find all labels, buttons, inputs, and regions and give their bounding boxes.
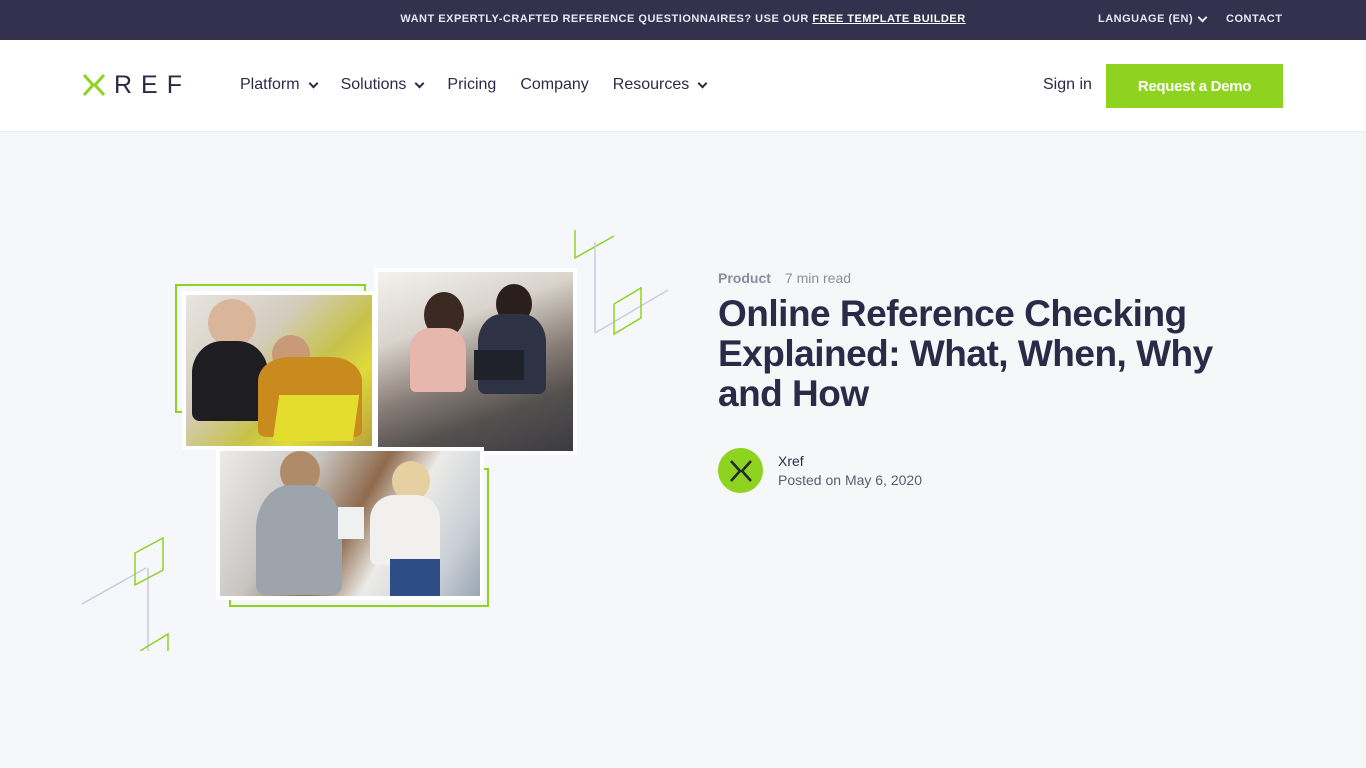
chevron-down-icon xyxy=(697,78,708,88)
hero-illustration xyxy=(82,228,668,651)
contact-link[interactable]: CONTACT xyxy=(1226,13,1282,25)
meeting-laughing-photo xyxy=(216,447,484,600)
chevron-down-icon xyxy=(308,78,319,88)
posted-date: Posted on May 6, 2020 xyxy=(778,472,922,488)
nav-platform-label: Platform xyxy=(240,76,300,93)
site-header: REF Platform Solutions Pricing Company R… xyxy=(0,40,1366,132)
article-header: Product 7 min read Online Reference Chec… xyxy=(718,270,1238,414)
template-builder-link[interactable]: FREE TEMPLATE BUILDER xyxy=(812,13,965,25)
nav-pricing-label: Pricing xyxy=(447,76,497,93)
xref-x-logo-icon xyxy=(82,74,106,96)
logo[interactable]: REF xyxy=(82,71,191,99)
article-category[interactable]: Product xyxy=(718,270,771,286)
author-name: Xref xyxy=(778,453,804,469)
nav-solutions[interactable]: Solutions xyxy=(340,76,425,94)
announcement-bar: WANT EXPERTLY-CRAFTED REFERENCE QUESTION… xyxy=(0,0,1366,40)
nav-company[interactable]: Company xyxy=(520,76,588,94)
read-time: 7 min read xyxy=(784,270,852,286)
sign-in-link[interactable]: Sign in xyxy=(1043,76,1092,94)
language-label: LANGUAGE (EN) xyxy=(1098,13,1194,25)
colleagues-laptop-photo xyxy=(374,268,577,455)
author-block: Xref Posted on May 6, 2020 xyxy=(718,448,922,493)
avatar xyxy=(718,448,763,493)
article-meta: Product 7 min read xyxy=(718,270,1238,286)
chevron-down-icon xyxy=(1197,12,1208,22)
nav-solutions-label: Solutions xyxy=(340,76,407,93)
nav-resources[interactable]: Resources xyxy=(612,76,708,94)
request-demo-button[interactable]: Request a Demo xyxy=(1106,64,1283,108)
author-info: Xref Posted on May 6, 2020 xyxy=(778,453,922,488)
nav-company-label: Company xyxy=(520,76,589,93)
nav-pricing[interactable]: Pricing xyxy=(447,76,496,94)
chevron-down-icon xyxy=(414,78,425,88)
team-laughing-photo xyxy=(182,291,376,450)
announcement-text: WANT EXPERTLY-CRAFTED REFERENCE QUESTION… xyxy=(400,13,809,25)
nav-resources-label: Resources xyxy=(612,76,690,93)
xref-x-avatar-icon xyxy=(729,459,752,482)
nav-platform[interactable]: Platform xyxy=(240,76,319,94)
language-selector[interactable]: LANGUAGE (EN) xyxy=(1098,12,1208,25)
article-title: Online Reference Checking Explained: Wha… xyxy=(718,293,1213,414)
main-nav: Platform Solutions Pricing Company Resou… xyxy=(240,76,730,94)
logo-text: REF xyxy=(114,71,191,99)
